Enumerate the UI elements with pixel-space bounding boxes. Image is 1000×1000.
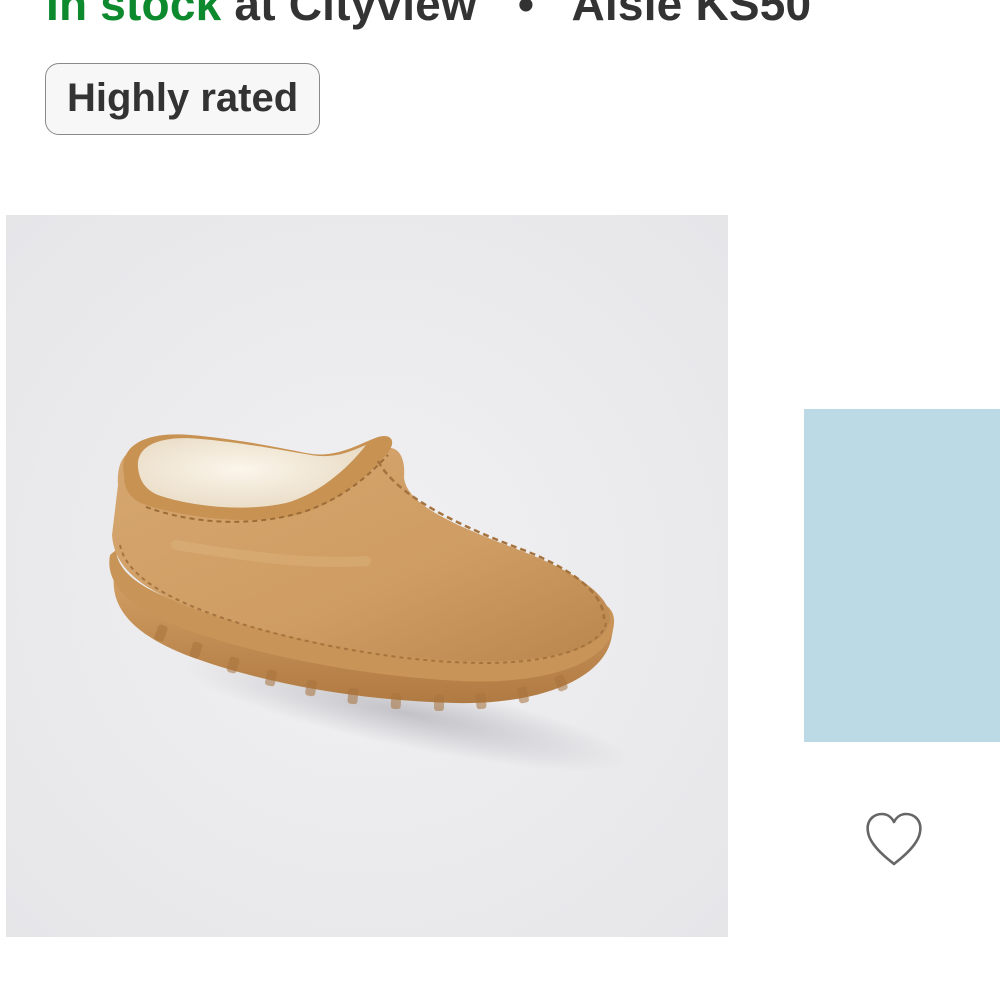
slipper-image [6,215,728,937]
highly-rated-badge: Highly rated [45,63,321,135]
in-stock-status: In stock [46,0,222,30]
favorite-button[interactable] [862,810,926,870]
store-name: at Cityview [234,0,477,30]
next-product-image[interactable] [804,409,1000,742]
product-image[interactable] [6,215,728,937]
heart-outline-icon [866,812,922,866]
availability-line: In stock at Cityview • Aisle KS50 [46,0,811,32]
aisle-location: Aisle KS50 [571,0,812,30]
separator-dot: • [517,0,535,30]
